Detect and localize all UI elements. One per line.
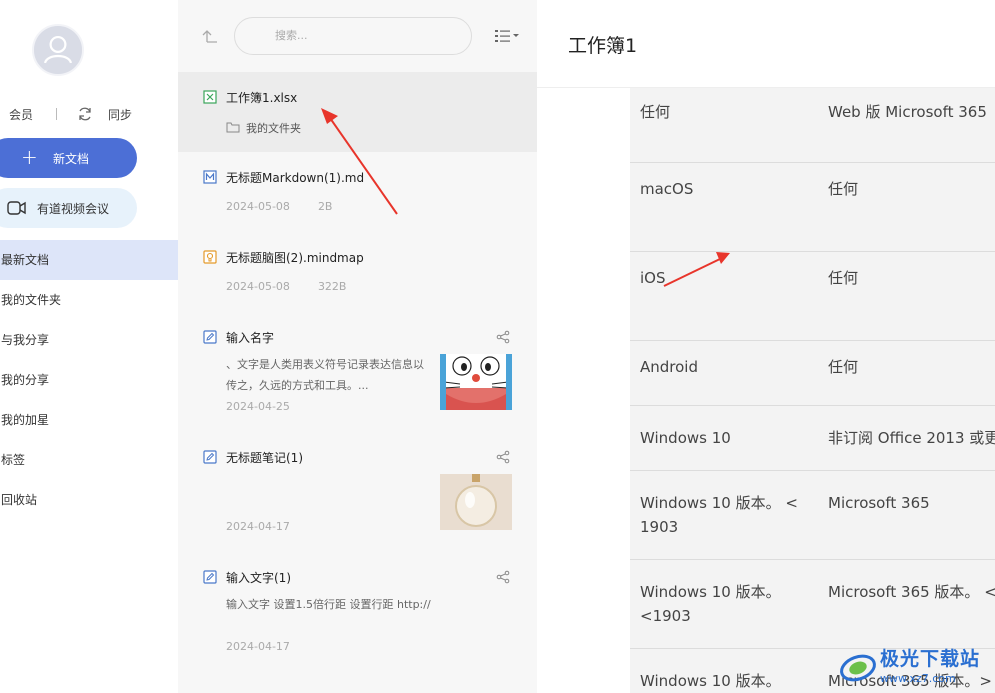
video-meeting-button[interactable]: 有道视频会议 bbox=[0, 188, 137, 228]
file-date: 2024-05-08 bbox=[226, 200, 290, 213]
new-document-button[interactable]: + 新文档 bbox=[0, 138, 137, 178]
search-input[interactable]: 搜索... bbox=[234, 17, 472, 55]
table-cell[interactable]: iOS bbox=[640, 266, 810, 290]
table-cell[interactable]: macOS bbox=[640, 177, 810, 201]
share-icon[interactable] bbox=[496, 450, 510, 464]
file-snippet: 、文字是人类用表义符号记录表达信息以传之，久远的方式和工具。... bbox=[226, 358, 424, 392]
nav-item-my-shares[interactable]: 我的分享 bbox=[0, 360, 178, 400]
avatar[interactable] bbox=[32, 24, 84, 76]
file-size: 2B bbox=[317, 200, 333, 213]
table-cell[interactable]: Android bbox=[640, 355, 810, 379]
note-file-icon bbox=[203, 330, 217, 344]
table-cell[interactable]: Windows 10 版本。 bbox=[640, 669, 810, 693]
sync-icon[interactable] bbox=[77, 106, 93, 122]
file-name: 工作簿1.xlsx bbox=[226, 91, 298, 105]
user-icon bbox=[34, 26, 82, 74]
nav-item-my-folder[interactable]: 我的文件夹 bbox=[0, 280, 178, 320]
table-cell[interactable]: 任何 bbox=[640, 100, 810, 124]
table-cell[interactable]: Web 版 Microsoft 365 bbox=[828, 100, 995, 124]
markdown-file-icon bbox=[203, 170, 217, 184]
nav-item-trash[interactable]: 回收站 bbox=[0, 480, 178, 520]
app-window: 会员 同步 + 新文档 有道视频会议 最新文档 我的文件夹 与我分享 我的分享 … bbox=[0, 0, 995, 693]
table-cell[interactable]: 任何 bbox=[828, 266, 995, 290]
file-name: 输入文字(1) bbox=[226, 571, 291, 585]
table-cell[interactable]: 任何 bbox=[828, 177, 995, 201]
document-pane: 工作簿1 任何 Web 版 Microsoft 365 macOS 任何 iOS… bbox=[537, 0, 995, 693]
file-date: 2024-04-17 bbox=[226, 640, 290, 653]
file-folder: 我的文件夹 bbox=[226, 120, 301, 136]
file-name: 输入名字 bbox=[226, 331, 275, 345]
sync-button[interactable]: 同步 bbox=[108, 106, 132, 123]
file-name: 无标题脑图(2).mindmap bbox=[226, 251, 364, 265]
nav-item-starred[interactable]: 我的加星 bbox=[0, 400, 178, 440]
table-row: Android 任何 bbox=[630, 341, 995, 406]
file-item-mindmap[interactable]: 无标题脑图(2).mindmap 2024-05-08 322B bbox=[178, 232, 537, 312]
nav-item-recent[interactable]: 最新文档 bbox=[0, 240, 178, 280]
nav-item-tags[interactable]: 标签 bbox=[0, 440, 178, 480]
table-row: 任何 Web 版 Microsoft 365 bbox=[630, 88, 995, 163]
file-item-untitled-note[interactable]: 无标题笔记(1) 2024-04-17 bbox=[178, 432, 537, 552]
table-cell[interactable]: 非订阅 Office 2013 或更 bbox=[828, 426, 995, 450]
file-date: 2024-04-25 bbox=[226, 400, 290, 413]
mindmap-file-icon bbox=[203, 250, 217, 264]
folder-icon bbox=[226, 122, 240, 133]
file-name: 无标题笔记(1) bbox=[226, 451, 303, 465]
sidebar: 会员 同步 + 新文档 有道视频会议 最新文档 我的文件夹 与我分享 我的分享 … bbox=[0, 0, 178, 693]
watermark-text: 极光下载站 bbox=[880, 648, 981, 670]
note-file-icon bbox=[203, 570, 217, 584]
table-row: Windows 10 版本。 <1903 Microsoft 365 版本。 < bbox=[630, 560, 995, 649]
file-item-input-text[interactable]: 输入文字(1) 输入文字 设置1.5倍行距 设置行距 http:// 2024-… bbox=[178, 552, 537, 672]
table-cell[interactable]: Windows 10 bbox=[640, 426, 810, 450]
account-row: 会员 同步 bbox=[0, 104, 178, 124]
watermark-url: www.xz7.com bbox=[880, 672, 956, 685]
file-item-note-name[interactable]: 输入名字 、文字是人类用表义符号记录表达信息以传之，久远的方式和工具。... 2… bbox=[178, 312, 537, 432]
plus-icon: + bbox=[21, 145, 38, 169]
file-item-markdown[interactable]: 无标题Markdown(1).md 2024-05-08 2B bbox=[178, 152, 537, 232]
share-icon[interactable] bbox=[496, 330, 510, 344]
file-item-workbook[interactable]: 工作簿1.xlsx 我的文件夹 bbox=[178, 72, 537, 152]
bottle-thumbnail bbox=[440, 474, 512, 530]
file-list-pane: 搜索... 工作簿1.xlsx 我的文件夹 无标题Markdown(1).md … bbox=[178, 0, 537, 693]
spreadsheet-table: 任何 Web 版 Microsoft 365 macOS 任何 iOS 任何 A… bbox=[630, 88, 995, 693]
new-document-label: 新文档 bbox=[53, 152, 90, 166]
vip-link[interactable]: 会员 bbox=[9, 106, 33, 123]
file-meta: 2024-05-08 2B bbox=[226, 200, 332, 213]
table-row: Windows 10 非订阅 Office 2013 或更 bbox=[630, 406, 995, 471]
folder-name: 我的文件夹 bbox=[246, 122, 301, 135]
file-snippet: 输入文字 设置1.5倍行距 设置行距 http:// bbox=[226, 598, 431, 611]
document-title: 工作簿1 bbox=[568, 35, 638, 57]
excel-file-icon bbox=[203, 90, 217, 104]
table-cell[interactable]: Windows 10 版本。 < 1903 bbox=[640, 491, 810, 539]
nav-item-shared-with-me[interactable]: 与我分享 bbox=[0, 320, 178, 360]
sidebar-nav: 最新文档 我的文件夹 与我分享 我的分享 我的加星 标签 回收站 bbox=[0, 240, 178, 520]
table-row: Windows 10 版本。 < 1903 Microsoft 365 bbox=[630, 471, 995, 560]
file-name: 无标题Markdown(1).md bbox=[226, 171, 365, 185]
table-cell[interactable]: Microsoft 365 bbox=[828, 491, 995, 515]
file-date: 2024-05-08 bbox=[226, 280, 290, 293]
table-row: macOS 任何 bbox=[630, 163, 995, 252]
divider bbox=[56, 108, 57, 120]
file-meta: 2024-05-08 322B bbox=[226, 280, 346, 293]
doraemon-thumbnail bbox=[440, 354, 512, 410]
file-date: 2024-04-17 bbox=[226, 520, 290, 533]
table-cell[interactable]: 任何 bbox=[828, 355, 995, 379]
video-camera-icon bbox=[7, 201, 26, 215]
table-row: iOS 任何 bbox=[630, 252, 995, 341]
list-view-icon[interactable] bbox=[494, 28, 520, 44]
site-watermark: 极光下载站 www.xz7.com bbox=[838, 638, 995, 693]
note-file-icon bbox=[203, 450, 217, 464]
watermark-logo-icon bbox=[840, 654, 876, 682]
search-placeholder: 搜索... bbox=[275, 29, 308, 42]
video-meeting-label: 有道视频会议 bbox=[37, 202, 110, 216]
file-size: 322B bbox=[317, 280, 347, 293]
share-icon[interactable] bbox=[496, 570, 510, 584]
table-cell[interactable]: Microsoft 365 版本。 < bbox=[828, 580, 995, 604]
up-directory-icon[interactable] bbox=[202, 28, 218, 44]
table-cell[interactable]: Windows 10 版本。 <1903 bbox=[640, 580, 810, 628]
